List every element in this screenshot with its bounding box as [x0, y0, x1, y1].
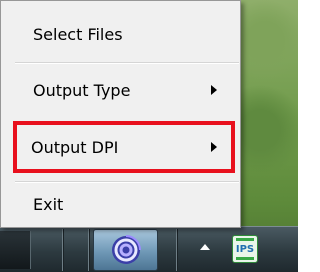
menu-divider — [15, 181, 239, 182]
taskbar-left-button[interactable] — [0, 231, 31, 269]
menu-item-select-files[interactable]: Select Files — [15, 15, 231, 53]
tray-icon-bar — [236, 257, 254, 260]
taskbar-separator — [88, 229, 89, 271]
menu-item-label: Output DPI — [31, 137, 119, 157]
menu-item-output-dpi[interactable]: Output DPI — [13, 121, 235, 173]
submenu-arrow-icon — [211, 85, 217, 95]
menu-item-label: Select Files — [33, 24, 123, 44]
swirl-app-icon — [112, 235, 141, 264]
taskbar-separator — [62, 229, 63, 271]
taskbar: IPS — [0, 226, 298, 272]
context-menu: Select Files Output Type Output DPI Exit — [0, 0, 241, 228]
menu-divider — [15, 62, 239, 63]
taskbar-app-button[interactable] — [93, 229, 158, 271]
menu-item-output-type[interactable]: Output Type — [15, 71, 231, 109]
submenu-arrow-icon — [211, 142, 217, 152]
taskbar-separator — [176, 229, 177, 271]
tray-icon-label: IPS — [235, 243, 255, 255]
tray-icon-bar — [236, 238, 254, 241]
menu-item-label: Exit — [33, 194, 64, 214]
menu-item-exit[interactable]: Exit — [15, 185, 231, 223]
show-hidden-icons-arrow[interactable] — [200, 244, 210, 250]
menu-item-label: Output Type — [33, 80, 131, 100]
ips-tray-icon[interactable]: IPS — [232, 235, 258, 263]
